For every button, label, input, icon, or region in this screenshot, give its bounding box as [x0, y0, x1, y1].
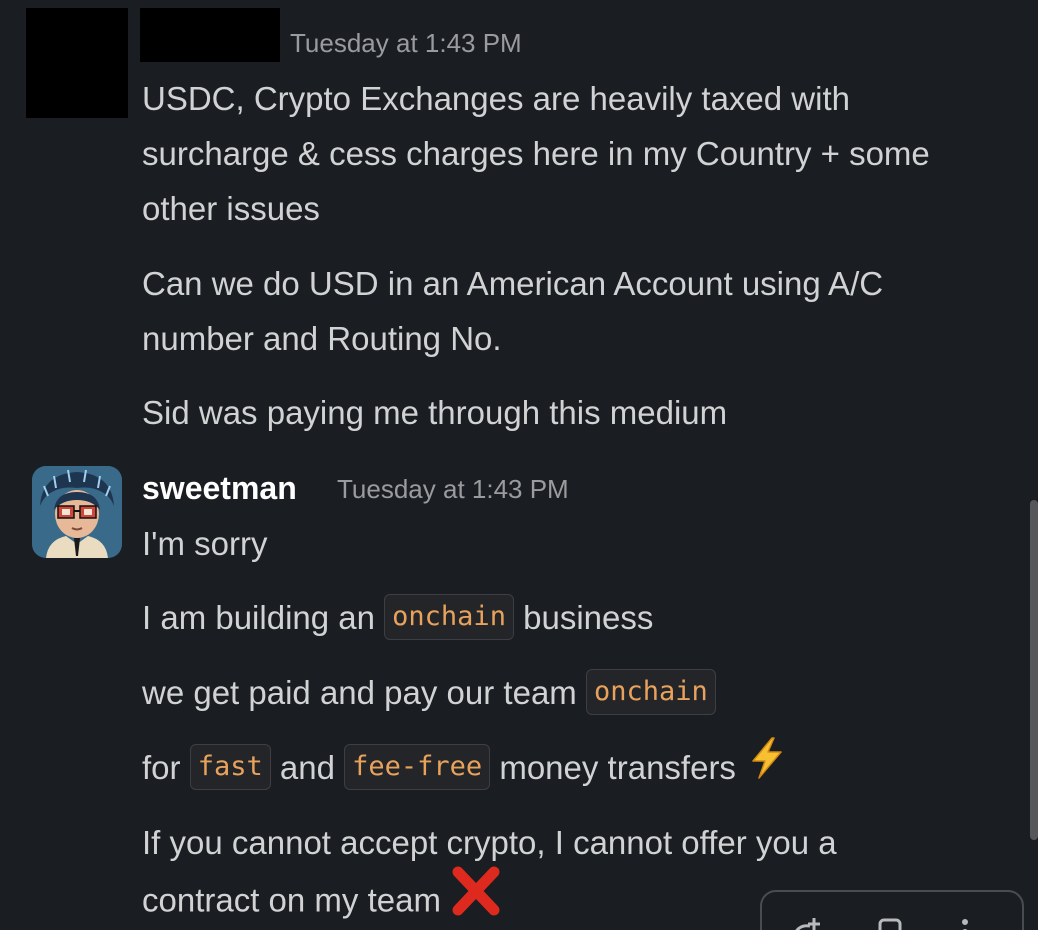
- scrollbar-thumb[interactable]: [1030, 500, 1038, 840]
- message-line: we get paid and pay our team onchain: [142, 665, 716, 720]
- message-text: and: [279, 749, 335, 786]
- cross-mark-icon: [450, 866, 502, 930]
- message-text: other issues: [142, 190, 320, 227]
- message-line: contract on my team: [142, 866, 502, 930]
- message-text: we get paid and pay our team: [142, 674, 577, 711]
- inline-code: fee-free: [344, 744, 491, 791]
- message-pane: Tuesday at 1:43 PM USDC, Crypto Exchange…: [0, 0, 1038, 930]
- message-text: I am building an: [142, 599, 375, 636]
- redacted-username[interactable]: [140, 8, 280, 62]
- high-voltage-icon: [745, 736, 789, 796]
- message-text: number and Routing No.: [142, 320, 502, 357]
- redacted-avatar[interactable]: [26, 8, 128, 118]
- inline-code: onchain: [585, 669, 716, 716]
- message-timestamp[interactable]: Tuesday at 1:43 PM: [337, 474, 569, 505]
- message-text: If you cannot accept crypto, I cannot of…: [142, 824, 837, 861]
- inline-code: fast: [189, 744, 271, 791]
- bookmark-icon[interactable]: [877, 916, 903, 930]
- message-text: Can we do USD in an American Account usi…: [142, 265, 884, 302]
- message-text: Sid was paying me through this medium: [142, 394, 728, 431]
- more-options-icon[interactable]: [960, 916, 970, 930]
- message-line: for fast and fee-free money transfers: [142, 737, 789, 800]
- message-line: I am building an onchain business: [142, 590, 653, 645]
- message-text: surcharge & cess charges here in my Coun…: [142, 135, 930, 172]
- message-text: for: [142, 749, 181, 786]
- username[interactable]: sweetman: [142, 466, 297, 510]
- avatar[interactable]: [32, 466, 122, 558]
- message-text: money transfers: [499, 749, 736, 786]
- avatar-image: [32, 466, 122, 558]
- message-timestamp[interactable]: Tuesday at 1:43 PM: [290, 28, 522, 59]
- message-text: I'm sorry: [142, 525, 268, 562]
- message-actions-toolbar: [760, 890, 1024, 930]
- add-reaction-icon[interactable]: [792, 916, 822, 930]
- inline-code: onchain: [384, 594, 514, 641]
- message-text: USDC, Crypto Exchanges are heavily taxed…: [142, 80, 850, 117]
- message-text: business: [523, 599, 654, 636]
- message-text: contract on my team: [142, 881, 441, 919]
